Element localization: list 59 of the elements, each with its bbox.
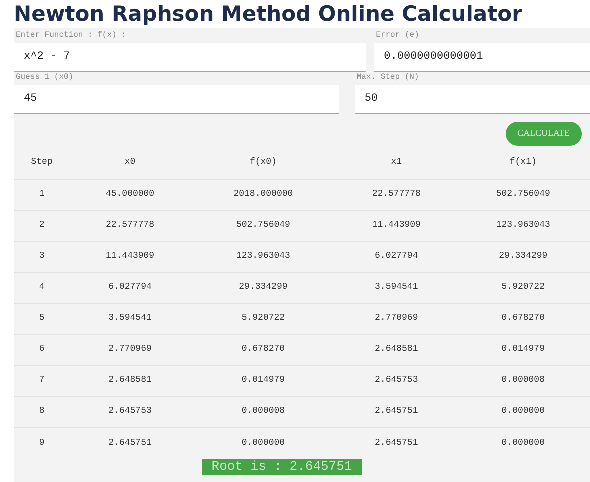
table-cell: 2.645751 — [336, 396, 457, 428]
field-label: Guess 1 (x0) — [15, 72, 75, 84]
table-cell: 0.014979 — [190, 366, 336, 396]
table-cell: 2.645751 — [70, 428, 190, 458]
table-cell: 9 — [14, 428, 70, 458]
column-header: f(x0) — [190, 146, 336, 180]
table-cell: 7 — [14, 366, 70, 396]
table-cell: 502.756049 — [456, 180, 590, 210]
table-cell: 2.648581 — [70, 366, 190, 396]
table-cell: 4 — [14, 272, 70, 304]
input-field[interactable]: 45 — [14, 85, 339, 114]
table-cell: 0.000008 — [190, 396, 336, 428]
table-cell: 45.000000 — [70, 180, 190, 210]
table-cell: 5.920722 — [456, 272, 590, 304]
table-cell: 123.963043 — [190, 242, 336, 272]
table-cell: 502.756049 — [190, 210, 336, 242]
table-cell: 3 — [14, 242, 70, 272]
table-cell: 0.014979 — [456, 334, 590, 366]
input-field[interactable]: 50 — [354, 85, 590, 114]
table-cell: 2.770969 — [336, 304, 457, 334]
table-cell: 2.645751 — [336, 428, 457, 458]
table-cell: 2.770969 — [70, 334, 190, 366]
table-cell: 11.443909 — [70, 242, 190, 272]
input-field[interactable]: x^2 - 7 — [14, 43, 366, 72]
table-cell: 11.443909 — [336, 210, 457, 242]
table-cell: 0.678270 — [456, 304, 590, 334]
table-cell: 3.594541 — [70, 304, 190, 334]
result-text: Root is : 2.645751 — [202, 458, 362, 474]
table-cell: 2.645753 — [70, 396, 190, 428]
field-label: Enter Function : f(x) : — [15, 30, 128, 42]
column-header: Step — [14, 146, 70, 180]
column-header: f(x1) — [456, 146, 590, 180]
table-cell: 2.645753 — [336, 366, 457, 396]
table-cell: 29.334299 — [456, 242, 590, 272]
table-cell: 22.577778 — [336, 180, 457, 210]
table-cell: 2018.000000 — [190, 180, 336, 210]
table-cell: 1 — [14, 180, 70, 210]
table-cell: 6 — [14, 334, 70, 366]
field-label: Max. Step (N) — [356, 72, 420, 84]
table-cell: 2 — [14, 210, 70, 242]
table-cell: 6.027794 — [336, 242, 457, 272]
table-cell: 0.000000 — [456, 428, 590, 458]
table-cell: 0.000000 — [456, 396, 590, 428]
table-cell: 5 — [14, 304, 70, 334]
field-label: Error (e) — [375, 30, 420, 42]
table-cell: 123.963043 — [456, 210, 590, 242]
table-cell: 0.000008 — [456, 366, 590, 396]
input-field[interactable]: 0.0000000000001 — [374, 43, 590, 72]
table-cell: 8 — [14, 396, 70, 428]
table-cell: 5.920722 — [190, 304, 336, 334]
page-title: Newton Raphson Method Online Calculator — [14, 1, 524, 28]
table-cell: 29.334299 — [190, 272, 336, 304]
table-cell: 3.594541 — [336, 272, 457, 304]
table-cell: 2.648581 — [336, 334, 457, 366]
table-cell: 22.577778 — [70, 210, 190, 242]
column-header: x1 — [336, 146, 457, 180]
table-cell: 0.678270 — [190, 334, 336, 366]
column-header: x0 — [70, 146, 190, 180]
table-cell: 6.027794 — [70, 272, 190, 304]
